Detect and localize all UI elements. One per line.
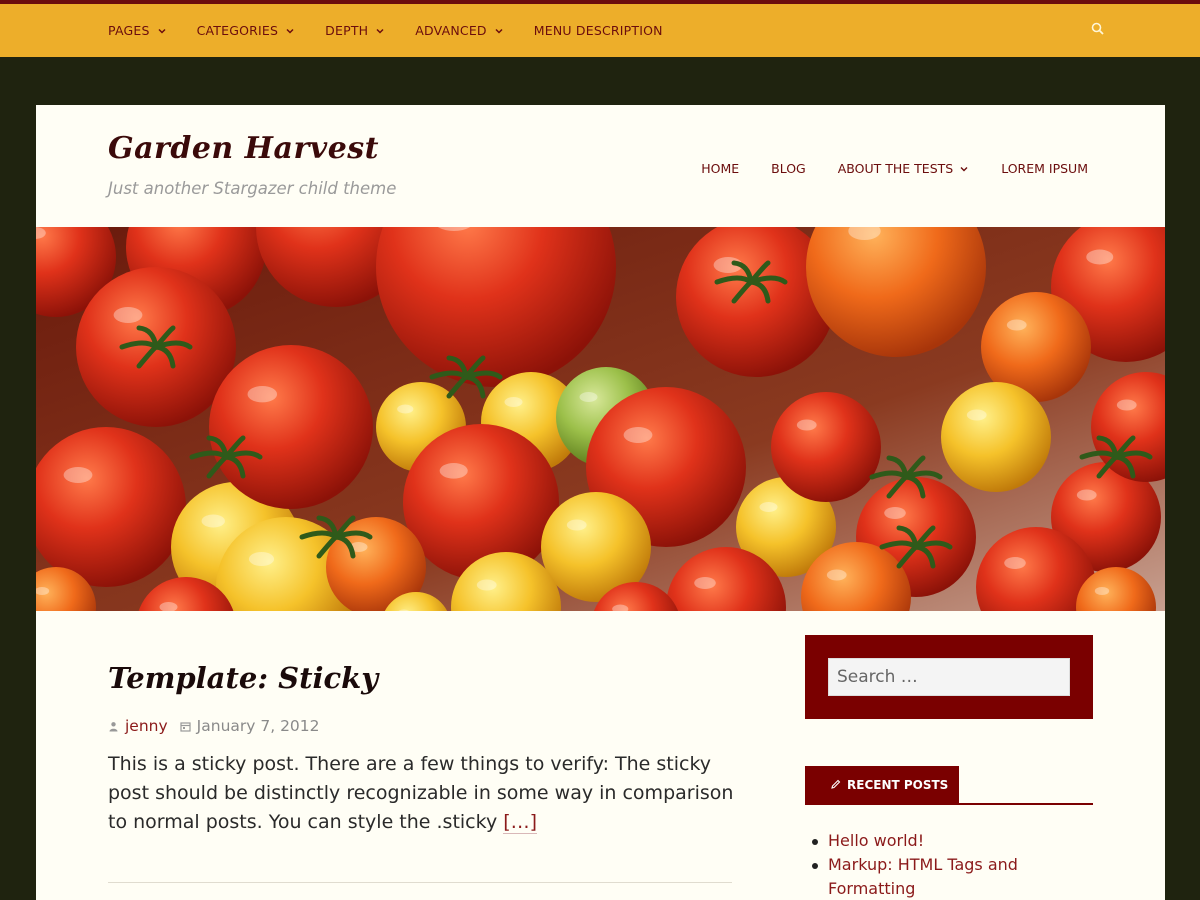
main-navigation: HOME BLOG ABOUT THE TESTS LOREM IPSUM — [701, 161, 1088, 176]
tomato-highlight — [566, 519, 587, 531]
search-input[interactable] — [828, 658, 1070, 696]
chevron-down-icon — [495, 28, 503, 34]
tomato-shape — [771, 392, 881, 502]
tomato-highlight — [759, 502, 778, 512]
chevron-down-icon — [286, 28, 294, 34]
read-more-link[interactable]: […] — [503, 811, 538, 834]
top-bar: PAGES CATEGORIES DEPTH ADVANCED MENU DES… — [0, 0, 1200, 57]
recent-posts-heading: RECENT POSTS — [847, 777, 949, 792]
top-nav-label: ADVANCED — [415, 23, 487, 38]
tomato-highlight — [826, 569, 847, 581]
tomato-highlight — [1004, 557, 1026, 569]
tomato-highlight — [1076, 489, 1097, 501]
nav-label: ABOUT THE TESTS — [837, 161, 954, 176]
top-nav-label: DEPTH — [325, 23, 369, 38]
recent-post-item[interactable]: Hello world! — [812, 829, 1068, 853]
pencil-icon — [831, 779, 841, 789]
top-nav-item-categories[interactable]: CATEGORIES — [197, 23, 296, 38]
top-nav-item-menu-description[interactable]: MENU DESCRIPTION — [534, 23, 663, 38]
tomato-highlight — [1094, 587, 1110, 595]
chevron-down-icon — [960, 166, 968, 171]
header-image — [36, 227, 1165, 611]
nav-item-lorem-ipsum[interactable]: LOREM IPSUM — [1001, 161, 1088, 176]
top-nav-item-pages[interactable]: PAGES — [108, 23, 167, 38]
site-description: Just another Stargazer child theme — [108, 179, 397, 198]
tomato-shape — [209, 345, 373, 509]
user-icon — [109, 721, 118, 731]
search-icon[interactable] — [1090, 21, 1106, 37]
tomato-highlight — [476, 579, 497, 591]
site-title[interactable]: Garden Harvest — [108, 131, 379, 166]
tomato-highlight — [397, 404, 414, 414]
nav-item-about-the-tests[interactable]: ABOUT THE TESTS — [838, 161, 969, 176]
excerpt-text: This is a sticky post. There are a few t… — [108, 753, 734, 833]
tomato-highlight — [1086, 249, 1114, 265]
search-widget — [805, 635, 1093, 719]
recent-posts-title: RECENT POSTS — [805, 766, 959, 803]
tomato-highlight — [694, 577, 716, 589]
post-divider — [108, 882, 732, 883]
tomato-highlight — [439, 463, 468, 479]
top-nav-label: PAGES — [108, 23, 150, 38]
tomato-highlight — [504, 397, 523, 407]
tomato-highlight — [1006, 319, 1027, 331]
top-nav-item-depth[interactable]: DEPTH — [325, 23, 385, 38]
post-excerpt: This is a sticky post. There are a few t… — [108, 750, 738, 837]
tomato-highlight — [248, 552, 275, 566]
top-nav-item-advanced[interactable]: ADVANCED — [415, 23, 503, 38]
tomatoes-image — [36, 227, 1165, 611]
nav-label: BLOG — [771, 161, 806, 176]
tomato-highlight — [1116, 399, 1137, 411]
nav-label: LOREM IPSUM — [1001, 161, 1088, 176]
tomato-highlight — [623, 427, 653, 443]
tomato-highlight — [579, 392, 598, 402]
chevron-down-icon — [376, 28, 384, 34]
nav-label: HOME — [701, 161, 740, 176]
tomato-highlight — [796, 419, 817, 431]
post-author-link[interactable]: jenny — [125, 717, 168, 735]
top-nav-label: CATEGORIES — [196, 23, 279, 38]
chevron-down-icon — [158, 28, 166, 34]
nav-item-blog[interactable]: BLOG — [771, 161, 806, 176]
tomato-shape — [403, 424, 559, 580]
tomato-highlight — [113, 307, 143, 323]
top-navigation: PAGES CATEGORIES DEPTH ADVANCED MENU DES… — [108, 4, 693, 57]
post-date: January 7, 2012 — [196, 717, 320, 735]
calendar-icon — [180, 721, 191, 732]
nav-item-home[interactable]: HOME — [701, 161, 739, 176]
tomato-highlight — [247, 386, 278, 403]
post-title[interactable]: Template: Sticky — [108, 661, 378, 695]
content-card: Garden Harvest Just another Stargazer ch… — [36, 105, 1165, 900]
tomato-highlight — [201, 514, 225, 528]
recent-posts-header: RECENT POSTS — [805, 766, 1093, 805]
tomato-highlight — [884, 507, 906, 519]
recent-posts-list: Hello world! Markup: HTML Tags and Forma… — [812, 829, 1068, 900]
recent-post-item[interactable]: Markup: HTML Tags and Formatting — [812, 853, 1068, 900]
tomato-highlight — [63, 467, 93, 483]
tomato-highlight — [966, 409, 987, 421]
top-nav-label: MENU DESCRIPTION — [533, 23, 663, 38]
post-meta: jenny January 7, 2012 — [108, 717, 320, 735]
tomato-shape — [941, 382, 1051, 492]
